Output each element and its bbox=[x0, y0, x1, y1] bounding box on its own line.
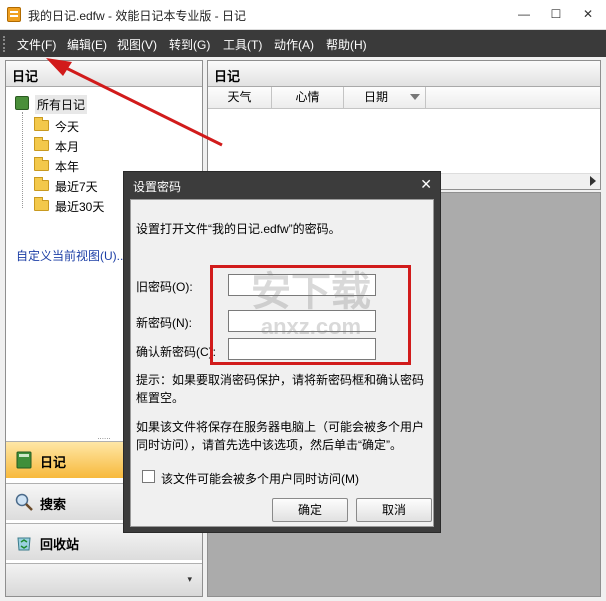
server-text-line1: 如果该文件将保存在服务器电脑上（可能会被多个用户 bbox=[136, 420, 425, 434]
sort-dropdown-icon[interactable] bbox=[410, 94, 420, 100]
title-bar: 我的日记.edfw - 效能日记本专业版 - 日记 — ☐ ✕ bbox=[0, 0, 606, 30]
menu-tools[interactable]: 工具(T) bbox=[223, 36, 262, 53]
confirm-password-label: 确认新密码(C): bbox=[136, 345, 216, 359]
list-column-headers: 天气 心情 日期 bbox=[208, 87, 600, 109]
dialog-close-button[interactable]: ✕ bbox=[420, 176, 432, 193]
ok-button[interactable]: 确定 bbox=[272, 498, 348, 522]
list-pane-header: 日记 bbox=[208, 61, 600, 87]
tree-item-label: 本月 bbox=[55, 140, 80, 154]
hint-text-line2: 框置空。 bbox=[136, 391, 185, 405]
multiuser-checkbox[interactable] bbox=[142, 470, 155, 483]
menu-file[interactable]: 文件(F) bbox=[17, 36, 56, 53]
hint-text-line1: 提示：如果要取消密码保护，请将新密码框和确认密码 bbox=[136, 373, 425, 387]
folder-icon bbox=[34, 157, 49, 171]
folder-icon bbox=[34, 197, 49, 211]
maximize-button[interactable]: ☐ bbox=[545, 4, 567, 24]
menu-view[interactable]: 视图(V) bbox=[117, 36, 157, 53]
diary-book-icon bbox=[15, 96, 29, 110]
tree-connector bbox=[22, 112, 23, 208]
multiuser-checkbox-label[interactable]: 该文件可能会被多个用户同时访问(M) bbox=[161, 470, 359, 487]
window-title: 我的日记.edfw - 效能日记本专业版 - 日记 bbox=[28, 9, 247, 23]
folder-icon bbox=[34, 117, 49, 131]
custom-view-link[interactable]: 自定义当前视图(U)... bbox=[16, 247, 127, 264]
magnifier-icon bbox=[15, 493, 33, 511]
app-diary-icon bbox=[7, 7, 21, 22]
menu-help[interactable]: 帮助(H) bbox=[326, 36, 367, 53]
server-text-line2: 同时访问），请首先选中该选项，然后单击“确定”。 bbox=[136, 438, 402, 452]
menu-actions[interactable]: 动作(A) bbox=[274, 36, 314, 53]
nav-label: 回收站 bbox=[40, 537, 80, 552]
old-password-label: 旧密码(O): bbox=[136, 280, 193, 294]
chevron-down-icon[interactable]: ▾ bbox=[187, 574, 192, 585]
diary-book-icon bbox=[16, 451, 32, 469]
new-password-label: 新密码(N): bbox=[136, 316, 192, 330]
dialog-body: 设置打开文件“我的日记.edfw”的密码。 旧密码(O): 新密码(N): 确认… bbox=[130, 199, 434, 527]
menu-goto[interactable]: 转到(G) bbox=[169, 36, 210, 53]
dialog-title: 设置密码 bbox=[133, 180, 182, 194]
column-header-weather[interactable]: 天气 bbox=[208, 87, 272, 108]
recycle-bin-icon bbox=[17, 537, 31, 551]
nav-label: 搜索 bbox=[40, 497, 67, 512]
close-button[interactable]: ✕ bbox=[577, 4, 599, 24]
column-header-mood[interactable]: 心情 bbox=[272, 87, 344, 108]
menu-edit[interactable]: 编辑(E) bbox=[67, 36, 107, 53]
cancel-button[interactable]: 取消 bbox=[356, 498, 432, 522]
minimize-button[interactable]: — bbox=[513, 4, 535, 24]
folder-icon bbox=[34, 177, 49, 191]
nav-label: 日记 bbox=[40, 455, 67, 470]
tree-item-label: 本年 bbox=[55, 160, 80, 174]
set-password-dialog: 设置密码 ✕ 设置打开文件“我的日记.edfw”的密码。 旧密码(O): 新密码… bbox=[123, 171, 441, 533]
tree-item-label: 最近7天 bbox=[55, 180, 98, 194]
tree-item-label: 今天 bbox=[55, 120, 80, 134]
nav-overflow-bar[interactable]: ▾ bbox=[6, 563, 202, 596]
folder-icon bbox=[34, 137, 49, 151]
annotation-highlight-box bbox=[210, 265, 411, 365]
menu-bar: 文件(F) 编辑(E) 视图(V) 转到(G) 工具(T) 动作(A) 帮助(H… bbox=[0, 30, 606, 57]
tree-item-label: 最近30天 bbox=[55, 200, 105, 214]
scroll-right-arrow-icon[interactable] bbox=[590, 176, 596, 186]
dialog-intro-text: 设置打开文件“我的日记.edfw”的密码。 bbox=[136, 222, 341, 236]
toolbar-grip[interactable] bbox=[3, 36, 6, 52]
sidebar-header: 日记 bbox=[6, 61, 202, 87]
tree-root-label: 所有日记 bbox=[35, 95, 88, 114]
